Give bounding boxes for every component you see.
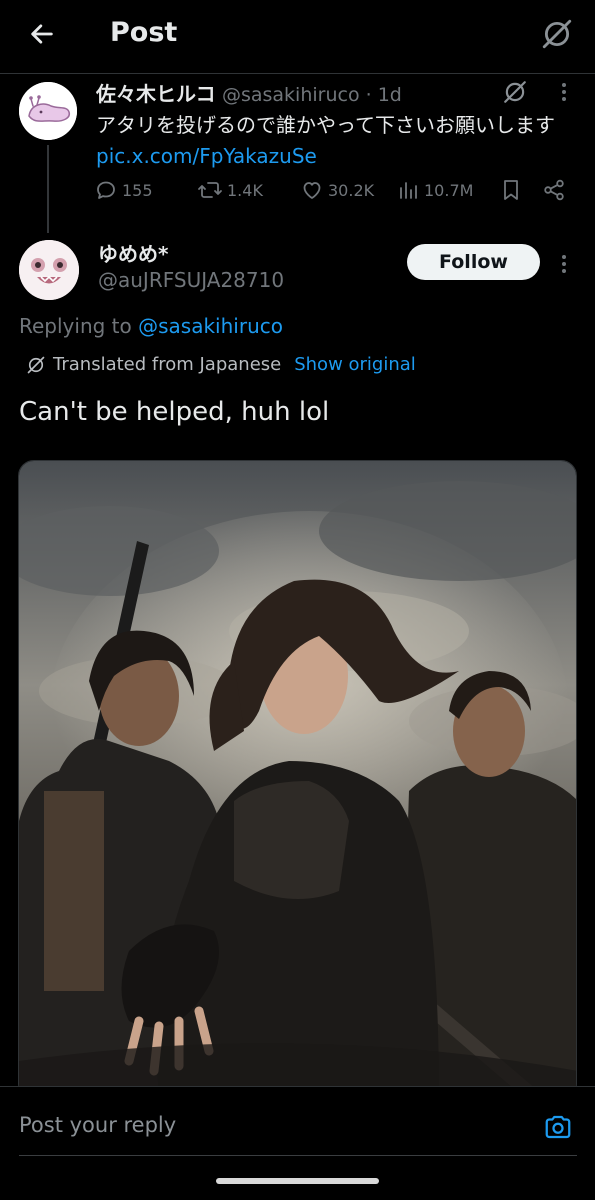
follow-button[interactable]: Follow [407, 244, 540, 280]
avatar[interactable] [19, 82, 77, 140]
post-image[interactable] [18, 460, 577, 1100]
repost-icon [198, 182, 222, 198]
illustration-image [19, 461, 576, 1099]
media-link[interactable]: pic.x.com/FpYakazuSe [96, 144, 317, 168]
views-bar-chart-icon [400, 182, 417, 199]
avatar[interactable] [19, 240, 79, 300]
author-handle[interactable]: @auJRFSUJA28710 [98, 268, 284, 292]
grok-slash-icon [542, 19, 572, 49]
grok-slash-icon [504, 81, 526, 103]
divider [19, 1155, 577, 1156]
face-avatar-icon [19, 240, 79, 300]
author-name[interactable]: 佐々木ヒルコ [96, 82, 216, 106]
repost-button[interactable]: 1.4K [197, 178, 263, 202]
bookmark-button[interactable] [500, 178, 522, 202]
post-detail-screen: Post 佐々木ヒルコ @sasakihiruco · 1d アタリを投げるので… [0, 0, 595, 1200]
thread-connector [47, 145, 49, 233]
author-name[interactable]: ゆめめ* [98, 238, 168, 267]
more-options-button[interactable] [556, 80, 572, 108]
replying-to-line: Replying to @sasakihiruco [19, 314, 283, 338]
more-options-button[interactable] [556, 252, 572, 280]
translated-label: Translated from Japanese [53, 354, 282, 375]
show-original-link[interactable]: Show original [294, 354, 416, 375]
reply-count: 155 [122, 180, 153, 200]
like-count: 30.2K [328, 180, 375, 200]
reply-input[interactable]: Post your reply [19, 1113, 176, 1137]
replying-prefix: Replying to [19, 314, 139, 338]
more-vertical-icon [562, 255, 566, 273]
time-separator: · [359, 84, 378, 106]
more-vertical-icon [562, 83, 566, 101]
views-button[interactable]: 10.7M [398, 178, 473, 202]
parent-post-text: アタリを投げるので誰かやって下さいお願いします pic.x.com/FpYaka… [96, 110, 576, 172]
heart-icon [303, 182, 321, 199]
grok-button[interactable] [537, 14, 577, 54]
translation-notice: Translated from Japanese Show original [26, 354, 416, 375]
post-body: アタリを投げるので誰かやって下さいお願いします [96, 113, 555, 137]
share-icon [544, 179, 564, 201]
bookmark-icon [504, 180, 518, 200]
action-bar: 155 1.4K 30.2K 10.7M [94, 178, 574, 208]
post-time: 1d [377, 84, 402, 106]
camera-button[interactable] [540, 1109, 576, 1145]
arrow-left-icon [31, 24, 53, 44]
home-indicator[interactable] [216, 1178, 379, 1184]
like-button[interactable]: 30.2K [300, 178, 374, 202]
reply-button[interactable]: 155 [94, 178, 153, 202]
reply-body-text: Can't be helped, huh lol [19, 397, 330, 427]
slug-avatar-icon [19, 82, 77, 140]
repost-count: 1.4K [227, 180, 263, 200]
replying-mention[interactable]: @sasakihiruco [138, 314, 283, 338]
author-handle[interactable]: @sasakihiruco [222, 84, 360, 106]
reply-icon [97, 181, 115, 199]
share-button[interactable] [542, 178, 566, 202]
page-title: Post [110, 17, 178, 48]
top-bar: Post [0, 0, 595, 74]
camera-icon [545, 1115, 571, 1139]
grok-button[interactable] [502, 79, 528, 109]
view-count: 10.7M [424, 180, 474, 200]
grok-slash-icon [27, 356, 45, 373]
back-button[interactable] [24, 16, 60, 52]
parent-post-header: 佐々木ヒルコ @sasakihiruco · 1d [96, 78, 402, 107]
